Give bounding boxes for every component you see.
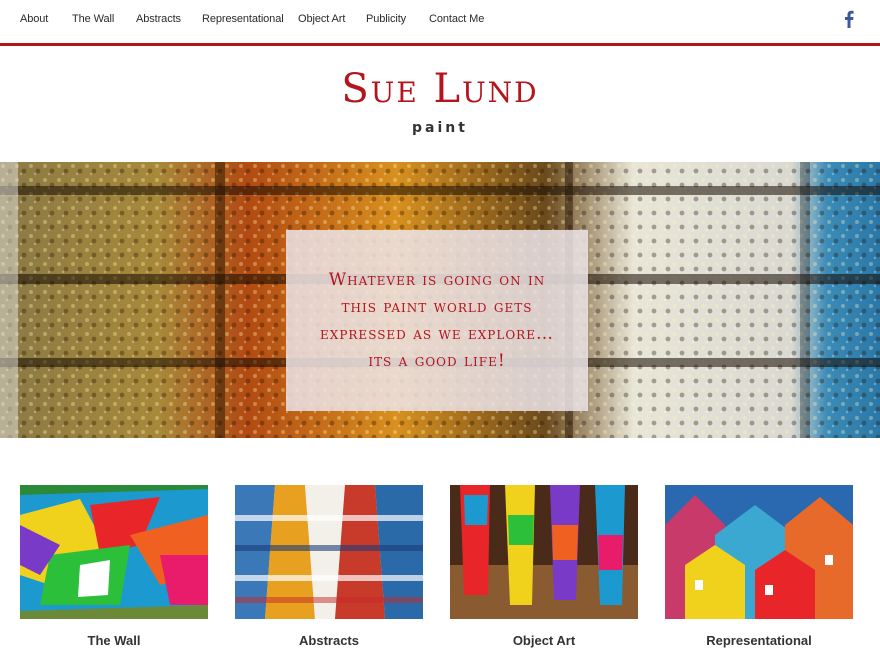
- hero-banner: Whatever is going on in this paint world…: [0, 162, 880, 438]
- object-art-thumbnail[interactable]: [450, 485, 638, 619]
- site-title[interactable]: Sue Lund: [0, 66, 880, 112]
- gallery-tile-abstracts: Abstracts: [235, 485, 423, 648]
- nav-the-wall[interactable]: The Wall: [72, 13, 114, 25]
- site-subtitle: paint: [412, 120, 468, 136]
- gallery-tile-representational: Representational: [665, 485, 853, 648]
- nav-publicity[interactable]: Publicity: [366, 13, 406, 25]
- hero-quote-box: Whatever is going on in this paint world…: [286, 230, 588, 411]
- gallery-tile-object-art: Object Art: [450, 485, 638, 648]
- header-divider: [0, 43, 880, 46]
- nav-about[interactable]: About: [20, 13, 48, 25]
- nav-representational[interactable]: Representational: [202, 13, 284, 25]
- hero-quote-line: Whatever is going on in: [328, 269, 546, 290]
- abstracts-thumbnail[interactable]: [235, 485, 423, 619]
- nav-contact-me[interactable]: Contact Me: [429, 13, 484, 25]
- object-art-caption[interactable]: Object Art: [450, 633, 638, 648]
- representational-caption[interactable]: Representational: [665, 633, 853, 648]
- the-wall-thumbnail[interactable]: [20, 485, 208, 619]
- top-navigation: About The Wall Abstracts Representationa…: [0, 0, 880, 44]
- facebook-icon[interactable]: [844, 10, 854, 28]
- nav-object-art[interactable]: Object Art: [298, 13, 345, 25]
- abstracts-caption[interactable]: Abstracts: [235, 633, 423, 648]
- hero-quote: Whatever is going on in this paint world…: [307, 267, 567, 375]
- hero-quote-line: its a good life!: [368, 350, 506, 371]
- hero-quote-line: expressed as we explore…: [320, 323, 554, 344]
- gallery-tile-the-wall: The Wall: [20, 485, 208, 648]
- hero-quote-line: this paint world gets: [341, 296, 533, 317]
- the-wall-caption[interactable]: The Wall: [20, 633, 208, 648]
- representational-thumbnail[interactable]: [665, 485, 853, 619]
- nav-abstracts[interactable]: Abstracts: [136, 13, 181, 25]
